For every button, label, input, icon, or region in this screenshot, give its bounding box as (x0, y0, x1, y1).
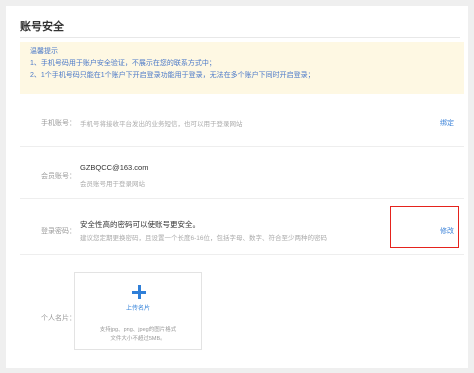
business-card-upload-button[interactable]: 上传名片 支持jpg、png、jpeg的图片格式 文件大小不超过5MB。 (74, 272, 202, 350)
password-hint: 建议您定期更换密码，且设置一个长度6-16位，包括字母、数字、符合至少两种的密码 (80, 235, 328, 242)
member-hint: 会员账号用于登录网站 (80, 181, 145, 188)
business-card-label: 个人名片： (41, 315, 76, 322)
phone-label: 手机账号： (41, 120, 76, 127)
highlight-annotation-box (390, 206, 459, 248)
upload-format-note: 支持jpg、png、jpeg的图片格式 (99, 327, 177, 333)
password-strength-text: 安全性高的密码可以使账号更安全。 (80, 220, 200, 229)
phone-row: 手机账号： 手机号将接收平台发出的业务短信，也可以用于登录网站 绑定 (20, 102, 464, 147)
upload-size-note: 文件大小不超过5MB。 (110, 336, 166, 342)
upload-label: 上传名片 (125, 306, 150, 312)
bind-phone-link[interactable]: 绑定 (440, 118, 454, 128)
phone-hint: 手机号将接收平台发出的业务短信，也可以用于登录网站 (80, 121, 243, 128)
member-label: 会员账号： (41, 173, 76, 180)
member-account-value: GZBQCC@163.com (80, 163, 149, 172)
notice-banner: 温馨提示 1、手机号码用于账户安全验证，不展示在您的联系方式中； 2、1个手机号… (20, 42, 464, 94)
password-label: 登录密码： (41, 228, 76, 235)
notice-line-2: 2、1个手机号码只能在1个账户下开启登录功能用于登录，无法在多个账户下同时开启登… (30, 72, 315, 79)
member-row: 会员账号： GZBQCC@163.com 会员账号用于登录网站 (20, 147, 464, 199)
notice-heading: 温馨提示 (30, 48, 58, 55)
plus-icon (132, 285, 146, 299)
page-title: 账号安全 (20, 21, 64, 33)
notice-line-1: 1、手机号码用于账户安全验证，不展示在您的联系方式中； (30, 60, 216, 67)
title-divider (20, 37, 460, 38)
